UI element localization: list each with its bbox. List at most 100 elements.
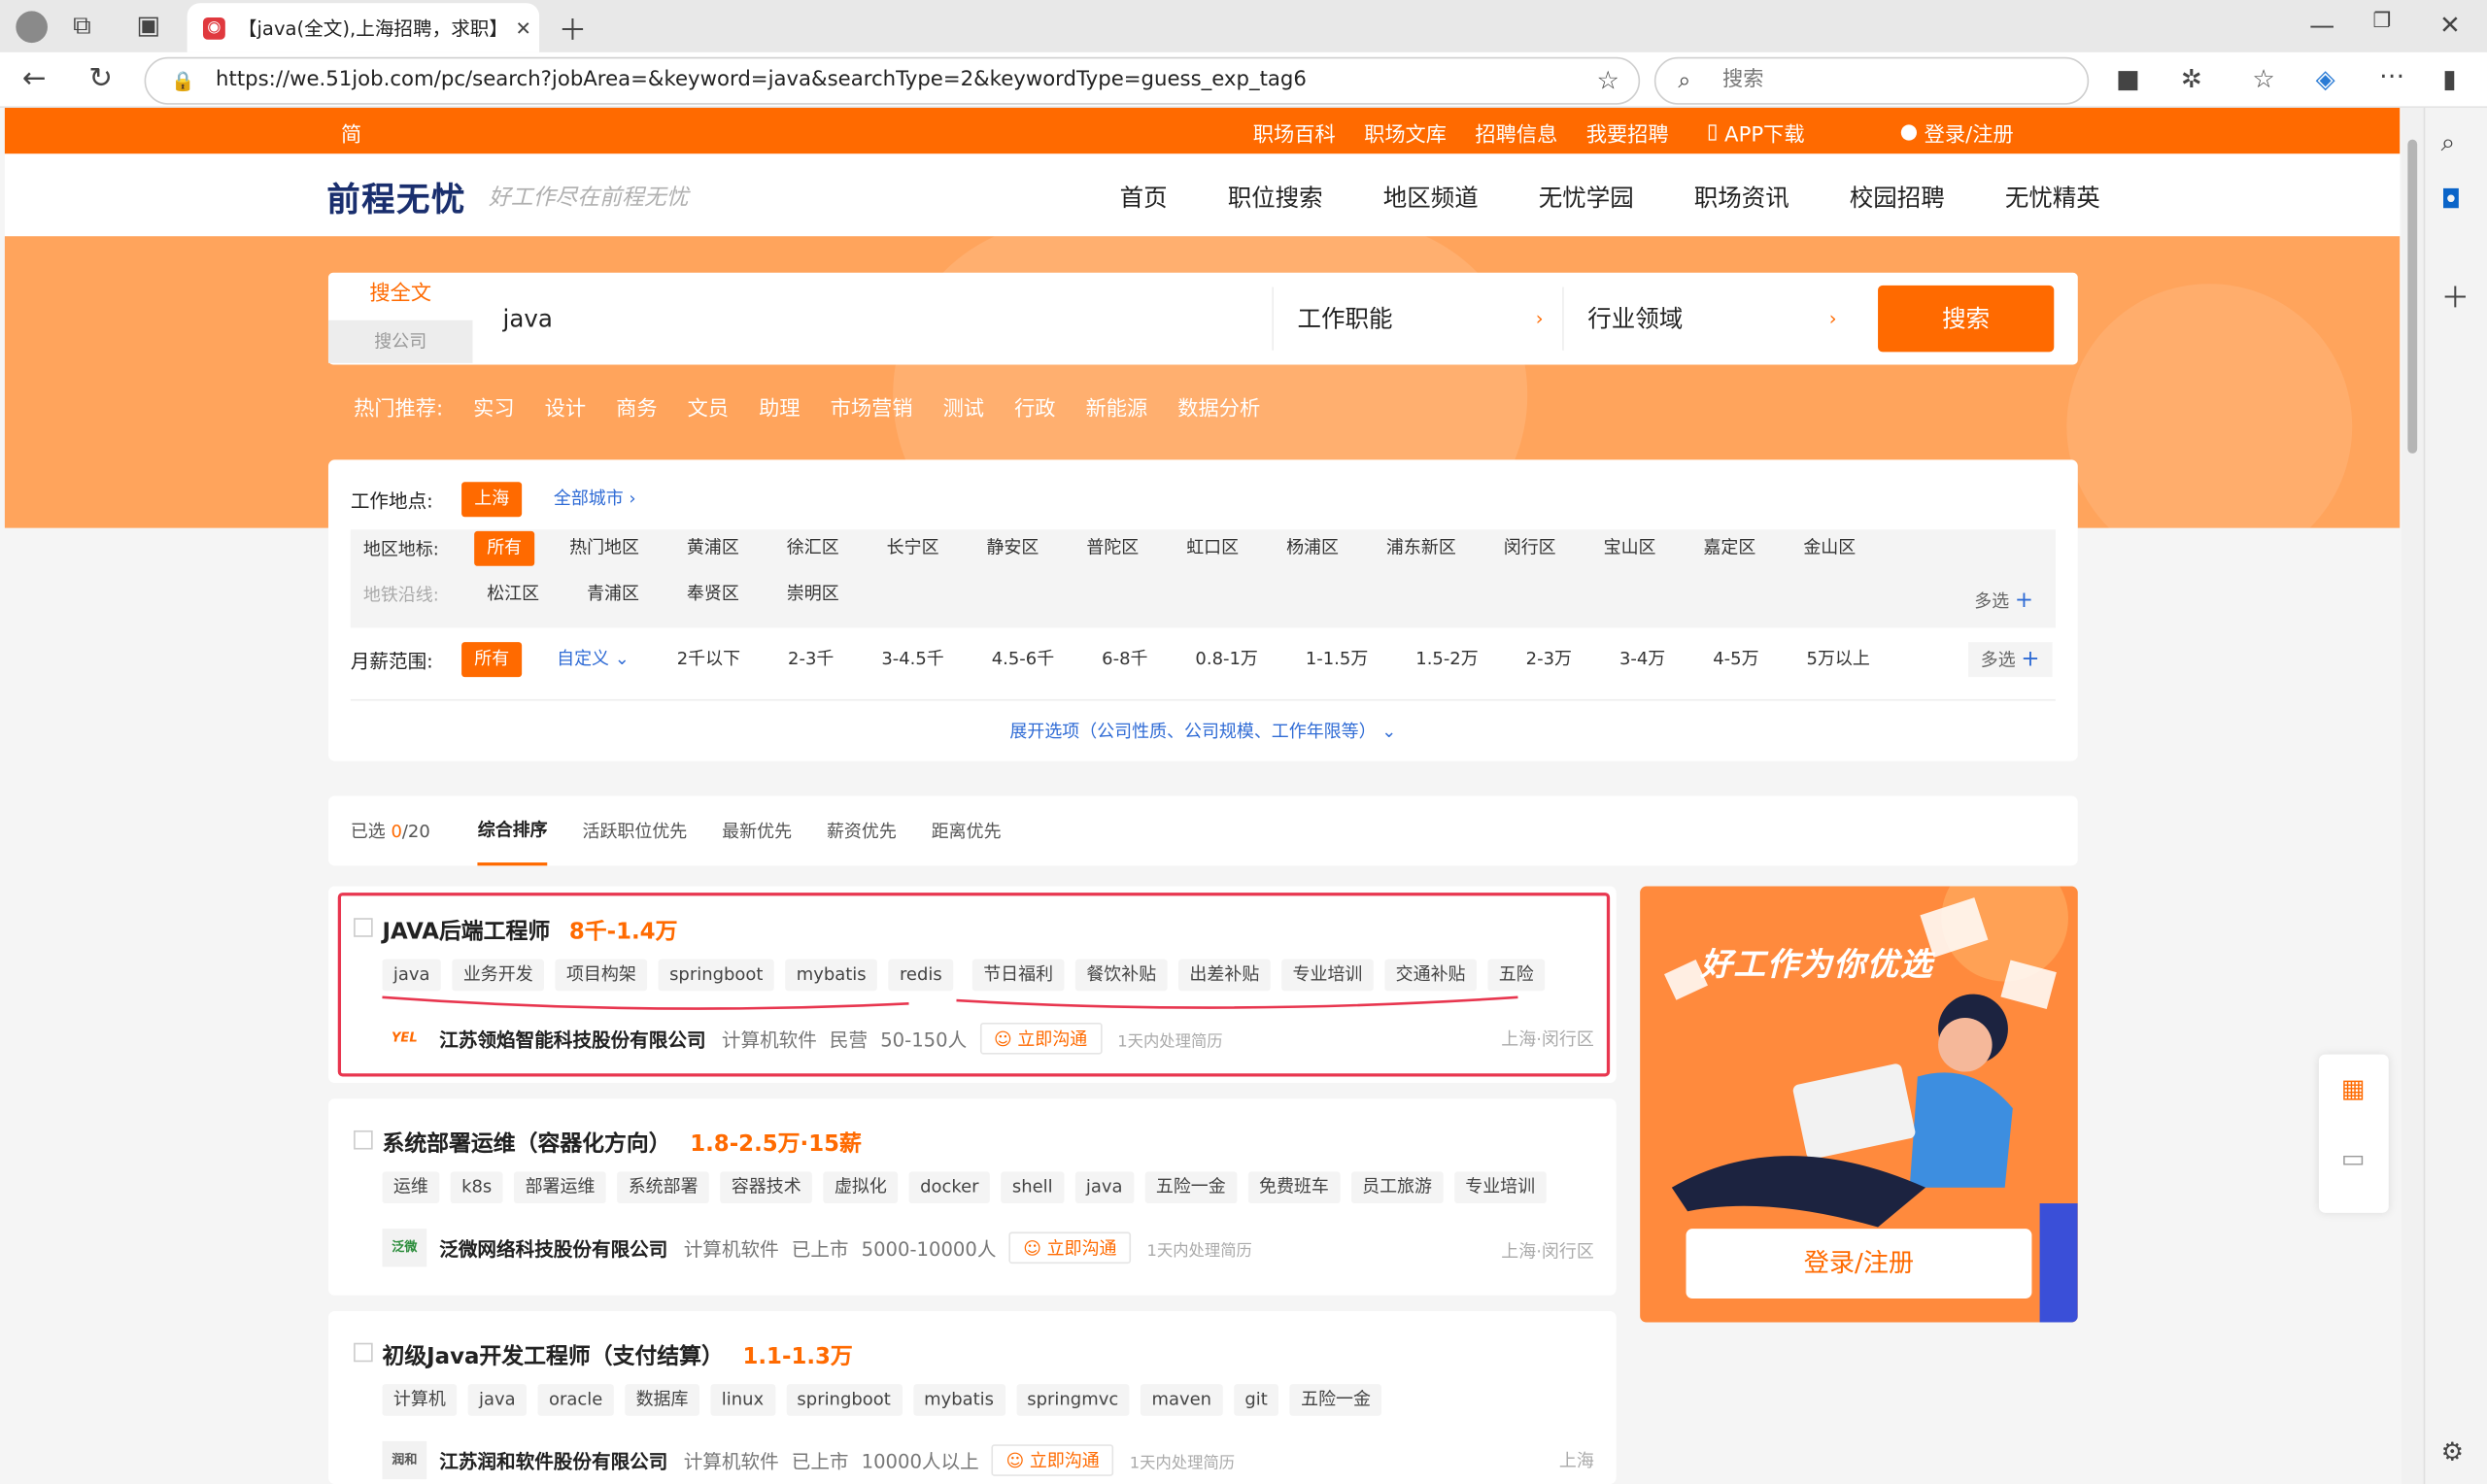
- nav-campus[interactable]: 校园招聘: [1850, 181, 1945, 214]
- district-option[interactable]: 黄浦区: [674, 531, 752, 566]
- job-checkbox[interactable]: [354, 1342, 373, 1363]
- district-option[interactable]: 长宁区: [874, 531, 952, 566]
- all-cities-link[interactable]: 全部城市 ›: [541, 482, 649, 517]
- district-option[interactable]: 松江区: [474, 577, 552, 612]
- hot-item[interactable]: 数据分析: [1177, 391, 1260, 422]
- district-option[interactable]: 所有: [474, 530, 535, 566]
- close-window-icon[interactable]: ✕: [2439, 10, 2461, 40]
- minimize-icon[interactable]: —: [2309, 10, 2334, 40]
- hot-item[interactable]: 市场营销: [831, 391, 913, 422]
- add-icon[interactable]: ＋: [2441, 276, 2470, 317]
- site-logo[interactable]: 前程无忧: [326, 175, 466, 222]
- link-career-library[interactable]: 职场文库: [1364, 118, 1447, 147]
- hot-item[interactable]: 新能源: [1086, 391, 1148, 422]
- profile-icon[interactable]: [16, 11, 48, 44]
- sort-active[interactable]: 活跃职位优先: [583, 818, 688, 843]
- salary-option[interactable]: 0.8-1万: [1182, 642, 1271, 677]
- sort-salary[interactable]: 薪资优先: [827, 818, 897, 843]
- keyword-input[interactable]: java: [503, 304, 553, 332]
- nav-academy[interactable]: 无忧学园: [1539, 181, 1634, 214]
- search-button[interactable]: 搜索: [1878, 285, 2055, 353]
- browser-search-box[interactable]: ⌕ 搜索: [1653, 56, 2090, 105]
- back-icon[interactable]: ←: [22, 62, 47, 95]
- company-name[interactable]: 江苏领焰智能科技股份有限公司: [439, 1025, 705, 1052]
- tab-actions-icon[interactable]: ▣: [136, 10, 160, 40]
- salary-option[interactable]: 5万以上: [1793, 642, 1882, 677]
- job-card[interactable]: 初级Java开发工程师（支付结算） 1.1-1.3万 计算机 java oracl…: [327, 1311, 1617, 1484]
- extension-icon[interactable]: ■: [2116, 63, 2140, 93]
- salary-option[interactable]: 4-5万: [1700, 642, 1771, 677]
- location-selected[interactable]: 上海: [461, 482, 523, 518]
- puzzle-icon[interactable]: ✲: [2181, 63, 2202, 93]
- district-option[interactable]: 闵行区: [1491, 531, 1569, 566]
- district-option[interactable]: 普陀区: [1073, 531, 1151, 566]
- company-name[interactable]: 泛微网络科技股份有限公司: [439, 1234, 667, 1262]
- link-recruit[interactable]: 我要招聘: [1586, 118, 1669, 147]
- nav-news[interactable]: 职场资讯: [1694, 181, 1789, 214]
- salary-option[interactable]: 2-3千: [775, 642, 846, 677]
- favorites-icon[interactable]: ☆: [2252, 63, 2274, 93]
- salary-option[interactable]: 6-8千: [1089, 642, 1160, 677]
- industry-select[interactable]: 行业领域 ›: [1562, 287, 1856, 351]
- district-option[interactable]: 崇明区: [774, 577, 852, 612]
- district-option[interactable]: 虹口区: [1174, 531, 1251, 566]
- settings-icon[interactable]: ⚙: [2441, 1436, 2464, 1467]
- district-option[interactable]: 浦东新区: [1374, 531, 1469, 566]
- hot-item[interactable]: 商务: [616, 391, 657, 422]
- hot-item[interactable]: 文员: [688, 391, 729, 422]
- search-sidebar-icon[interactable]: ⌕: [2441, 127, 2456, 159]
- job-title[interactable]: JAVA后端工程师: [382, 915, 550, 947]
- qr-code-icon[interactable]: ▦: [2341, 1073, 2366, 1103]
- district-option[interactable]: 金山区: [1790, 531, 1868, 566]
- address-bar[interactable]: 🔒 https://we.51job.com/pc/search?jobArea…: [144, 56, 1641, 105]
- job-card[interactable]: 系统部署运维（容器化方向） 1.8-2.5万·15薪 运维 k8s 部署运维 系统…: [327, 1098, 1617, 1296]
- refresh-icon[interactable]: ↻: [88, 62, 113, 95]
- district-option[interactable]: 嘉定区: [1690, 531, 1768, 566]
- job-checkbox[interactable]: [354, 918, 373, 937]
- expand-options-link[interactable]: 展开选项（公司性质、公司规模、工作年限等） ⌄: [328, 719, 2078, 744]
- job-title[interactable]: 初级Java开发工程师（支付结算）: [382, 1339, 723, 1371]
- salary-option[interactable]: 3-4.5千: [869, 642, 957, 677]
- job-checkbox[interactable]: [354, 1130, 373, 1150]
- ad-login-button[interactable]: 登录/注册: [1686, 1229, 2032, 1299]
- sort-distance[interactable]: 距离优先: [932, 818, 1002, 843]
- tab-active[interactable]: ◉ 【java(全文),上海招聘，求职】-前 ✕: [187, 3, 540, 52]
- company-name[interactable]: 江苏润和软件股份有限公司: [439, 1447, 667, 1474]
- hot-item[interactable]: 行政: [1014, 391, 1055, 422]
- district-option[interactable]: 热门地区: [557, 531, 652, 566]
- salary-custom[interactable]: 自定义 ⌄: [544, 642, 642, 677]
- salary-option[interactable]: 2千以下: [664, 642, 753, 677]
- nav-job-search[interactable]: 职位搜索: [1228, 181, 1323, 214]
- close-tab-icon[interactable]: ✕: [507, 17, 539, 39]
- restore-icon[interactable]: ❐: [2372, 10, 2391, 33]
- district-option[interactable]: 徐汇区: [774, 531, 852, 566]
- hot-item[interactable]: 实习: [473, 391, 514, 422]
- nav-home[interactable]: 首页: [1120, 181, 1168, 214]
- new-tab-icon[interactable]: ＋: [559, 8, 587, 49]
- function-select[interactable]: 工作职能 ›: [1272, 287, 1562, 351]
- more-icon[interactable]: ⋯: [2379, 60, 2404, 90]
- collections-icon[interactable]: ⧉: [73, 10, 91, 42]
- tab-search-company[interactable]: 搜公司: [327, 320, 473, 363]
- copilot-icon[interactable]: ◈: [2316, 63, 2335, 93]
- district-option[interactable]: 静安区: [973, 531, 1051, 566]
- sort-newest[interactable]: 最新优先: [722, 818, 792, 843]
- chat-button[interactable]: ☺ 立即沟通: [1008, 1231, 1132, 1265]
- salary-multi-select[interactable]: 多选 +: [1967, 642, 2053, 678]
- nav-region[interactable]: 地区频道: [1383, 181, 1479, 214]
- chat-button[interactable]: ☺ 立即沟通: [991, 1444, 1114, 1476]
- tab-search-fulltext[interactable]: 搜全文: [328, 273, 473, 318]
- hot-item[interactable]: 测试: [943, 391, 984, 422]
- district-option[interactable]: 宝山区: [1591, 531, 1669, 566]
- favorite-star-icon[interactable]: ☆: [1597, 58, 1619, 103]
- district-multi-select[interactable]: 多选 +: [1974, 589, 2033, 614]
- salary-option[interactable]: 2-3万: [1514, 642, 1584, 677]
- simplified-toggle[interactable]: 简: [341, 118, 361, 147]
- chat-button[interactable]: ☺ 立即沟通: [979, 1022, 1102, 1055]
- salary-option[interactable]: 1-1.5万: [1293, 642, 1381, 677]
- district-option[interactable]: 杨浦区: [1274, 531, 1351, 566]
- app-download-link[interactable]: APP下载: [1724, 118, 1805, 147]
- salary-option[interactable]: 4.5-6千: [979, 642, 1068, 677]
- sort-comprehensive[interactable]: 综合排序: [477, 796, 548, 866]
- hot-item[interactable]: 设计: [545, 391, 586, 422]
